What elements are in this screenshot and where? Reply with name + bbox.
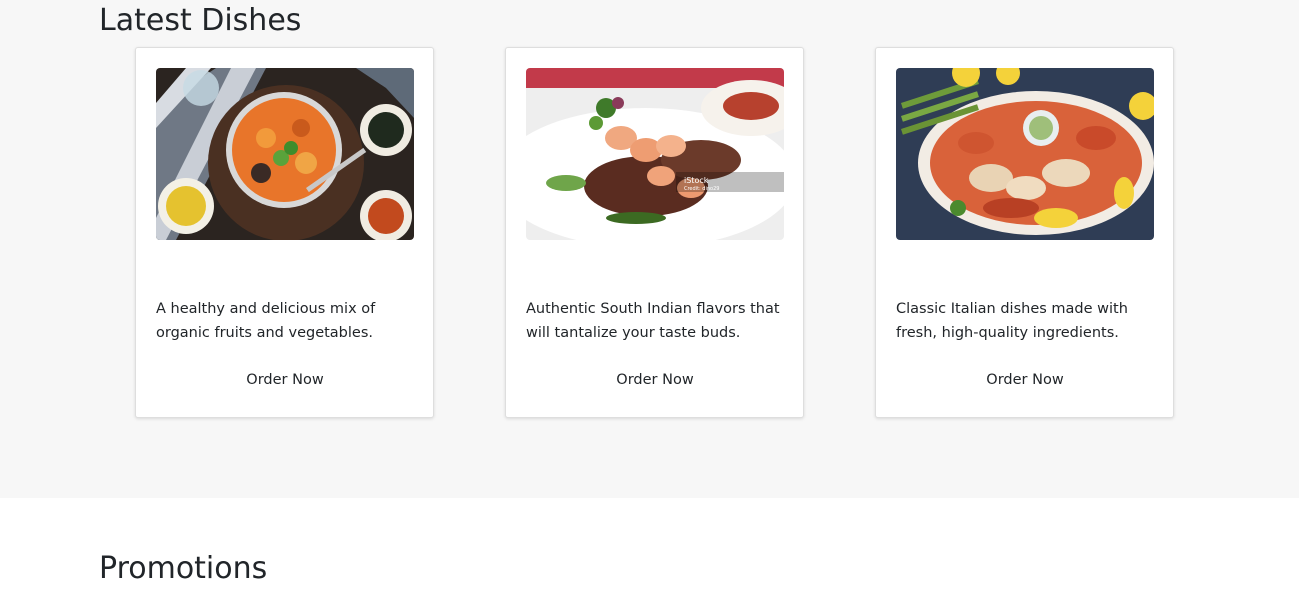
order-now-button[interactable]: Order Now: [896, 368, 1154, 392]
grilled-shrimp-steak-plate-photo: iStock Credit: dino29: [526, 68, 784, 240]
seafood-stew-bowl-photo: [156, 68, 414, 240]
dish-image: [156, 68, 414, 240]
dish-description: Classic Italian dishes made with fresh, …: [896, 301, 1128, 341]
order-now-button[interactable]: Order Now: [526, 368, 784, 392]
dish-card: Classic Italian dishes made with fresh, …: [875, 47, 1174, 418]
dish-card: A healthy and delicious mix of organic f…: [135, 47, 434, 418]
promotions-title: Promotions: [99, 551, 268, 586]
latest-dishes-title: Latest Dishes: [99, 3, 302, 38]
istock-credit: Credit: dino29: [684, 186, 719, 192]
seafood-platter-photo: [896, 68, 1154, 240]
dish-image: [896, 68, 1154, 240]
dish-description: Authentic South Indian flavors that will…: [526, 301, 780, 341]
dish-card: iStock Credit: dino29 Authentic South In…: [505, 47, 804, 418]
latest-dishes-section: Latest Dishes A healthy and delicious mi…: [0, 0, 1299, 498]
dish-description: A healthy and delicious mix of organic f…: [156, 301, 376, 341]
istock-watermark: iStock: [684, 176, 709, 185]
promotions-section: Promotions: [0, 498, 1299, 599]
order-now-button[interactable]: Order Now: [156, 368, 414, 392]
dish-image: iStock Credit: dino29: [526, 68, 784, 240]
